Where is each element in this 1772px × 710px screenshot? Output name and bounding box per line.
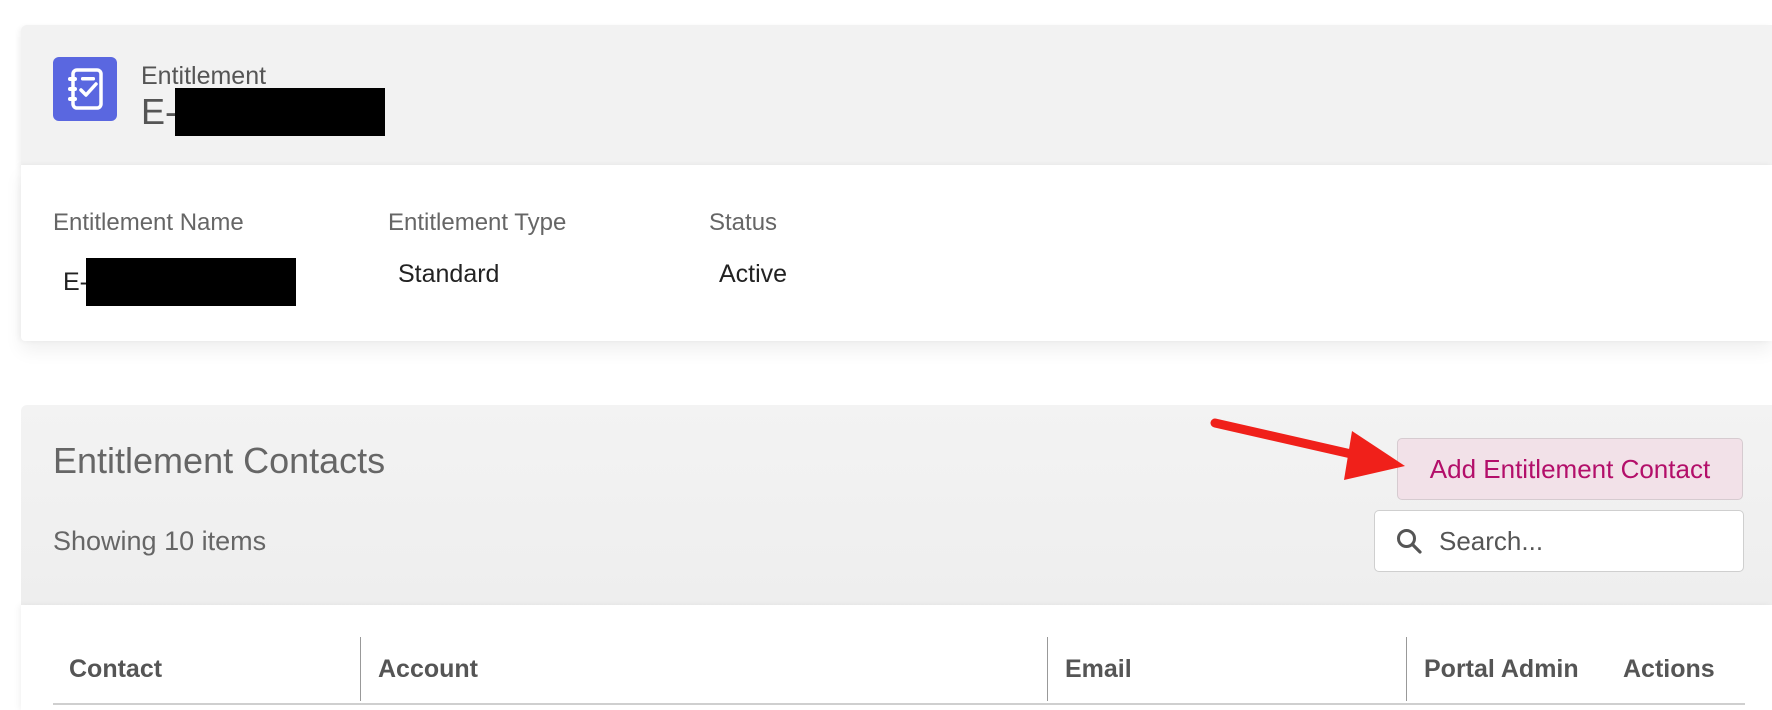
field-label: Entitlement Type bbox=[388, 209, 567, 236]
field-value: E- bbox=[53, 258, 296, 306]
column-divider[interactable] bbox=[360, 637, 361, 701]
field-label: Status bbox=[709, 209, 778, 236]
search-box[interactable] bbox=[1374, 510, 1744, 572]
entitlement-checklist-icon bbox=[53, 57, 117, 121]
field-label: Entitlement Name bbox=[53, 209, 244, 236]
field-value: Standard bbox=[398, 260, 500, 288]
column-header-account[interactable]: Account bbox=[378, 652, 478, 686]
field-entitlement-type: Entitlement Type Standard bbox=[388, 208, 566, 290]
column-header-actions: Actions bbox=[1623, 655, 1715, 683]
table-header-divider bbox=[53, 703, 1745, 705]
column-divider[interactable] bbox=[1047, 637, 1048, 701]
contacts-section bbox=[21, 405, 1772, 605]
column-header-email[interactable]: Email bbox=[1065, 652, 1132, 686]
record-title-prefix: E- bbox=[141, 91, 177, 132]
record-title: E- bbox=[141, 88, 385, 136]
page: Entitlement E- Entitlement Name E- Entit… bbox=[0, 0, 1772, 710]
section-title: Entitlement Contacts bbox=[53, 440, 386, 481]
column-header-contact[interactable]: Contact bbox=[69, 652, 162, 686]
add-entitlement-contact-button[interactable]: Add Entitlement Contact bbox=[1397, 438, 1743, 500]
search-input[interactable] bbox=[1439, 525, 1729, 557]
items-count: Showing 10 items bbox=[53, 526, 267, 556]
search-icon bbox=[1379, 511, 1439, 571]
column-divider[interactable] bbox=[1406, 637, 1407, 701]
field-value-prefix: E- bbox=[63, 268, 88, 296]
field-value: Active bbox=[719, 260, 788, 288]
redaction-box bbox=[175, 88, 385, 136]
redaction-box bbox=[86, 258, 296, 306]
field-entitlement-name: Entitlement Name E- bbox=[53, 208, 296, 306]
column-header-portal-admin[interactable]: Portal Admin bbox=[1424, 652, 1579, 686]
field-status: Status Active bbox=[709, 208, 787, 290]
